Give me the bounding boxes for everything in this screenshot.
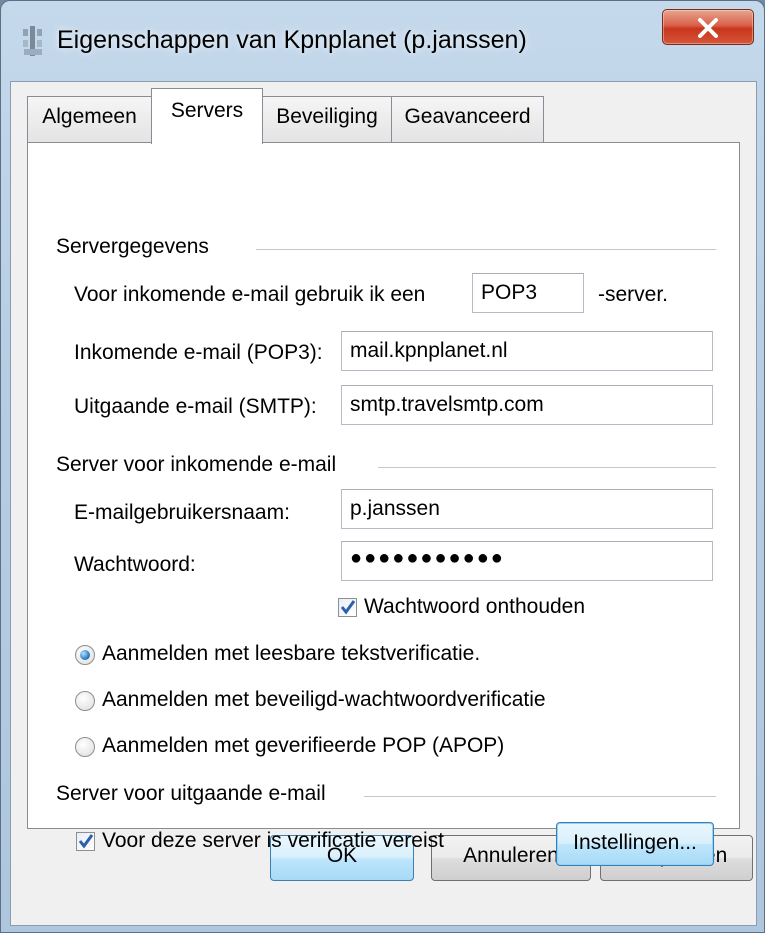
remember-password-checkbox[interactable] [338, 598, 357, 617]
outgoing-server-input[interactable]: smtp.travelsmtp.com [341, 385, 713, 425]
password-label: Wachtwoord: [74, 553, 196, 576]
username-label: E-mailgebruikersnaam: [74, 501, 290, 524]
account-properties-icon [21, 26, 45, 56]
tab-geavanceerd[interactable]: Geavanceerd [391, 96, 544, 142]
auth-required-label: Voor deze server is verificatie vereist [102, 829, 444, 852]
title-bar[interactable]: Eigenschappen van Kpnplanet (p.janssen) [1, 1, 765, 81]
tab-beveiliging[interactable]: Beveiliging [262, 96, 392, 142]
auth-option-radio[interactable] [75, 645, 95, 665]
incoming-type-field[interactable]: POP3 [472, 273, 584, 313]
outgoing-server-label: Uitgaande e-mail (SMTP): [74, 395, 317, 418]
auth-required-checkbox[interactable] [76, 832, 95, 851]
incoming-server-heading: Server voor inkomende e-mail [56, 453, 337, 476]
checkmark-icon [340, 600, 356, 615]
auth-option-radio[interactable] [75, 737, 95, 757]
dialog-client-area: Algemeen Servers Beveiliging Geavanceerd… [10, 81, 757, 926]
incoming-server-label: Inkomende e-mail (POP3): [74, 341, 323, 364]
incoming-server-input[interactable]: mail.kpnplanet.nl [341, 331, 713, 371]
auth-option-label: Aanmelden met geverifieerde POP (APOP) [102, 734, 505, 757]
auth-option-label: Aanmelden met beveiligd-wachtwoordverifi… [102, 688, 546, 711]
tab-algemeen[interactable]: Algemeen [27, 96, 152, 142]
remember-password-label: Wachtwoord onthouden [364, 595, 586, 618]
tab-servers[interactable]: Servers [151, 88, 263, 144]
close-button[interactable] [662, 9, 754, 45]
auth-option-label: Aanmelden met leesbare tekstverificatie. [102, 642, 481, 665]
incoming-type-label: Voor inkomende e-mail gebruik ik een [74, 283, 426, 306]
password-input[interactable]: ●●●●●●●●●●● [341, 541, 713, 581]
group-divider [256, 249, 716, 250]
close-icon [698, 18, 718, 38]
properties-dialog: Eigenschappen van Kpnplanet (p.janssen) … [0, 0, 765, 933]
server-info-heading: Servergegevens [56, 235, 209, 258]
checkmark-icon [78, 834, 94, 849]
group-divider [378, 467, 716, 468]
incoming-type-suffix: -server. [598, 283, 669, 306]
servers-tab-panel: Servergegevens Voor inkomende e-mail geb… [27, 142, 740, 866]
auth-option-radio[interactable] [75, 691, 95, 711]
username-input[interactable]: p.janssen [341, 489, 713, 529]
settings-button[interactable]: Instellingen... [556, 822, 714, 866]
group-divider [364, 796, 716, 797]
outgoing-server-heading: Server voor uitgaande e-mail [56, 782, 326, 805]
window-title: Eigenschappen van Kpnplanet (p.janssen) [57, 26, 527, 54]
